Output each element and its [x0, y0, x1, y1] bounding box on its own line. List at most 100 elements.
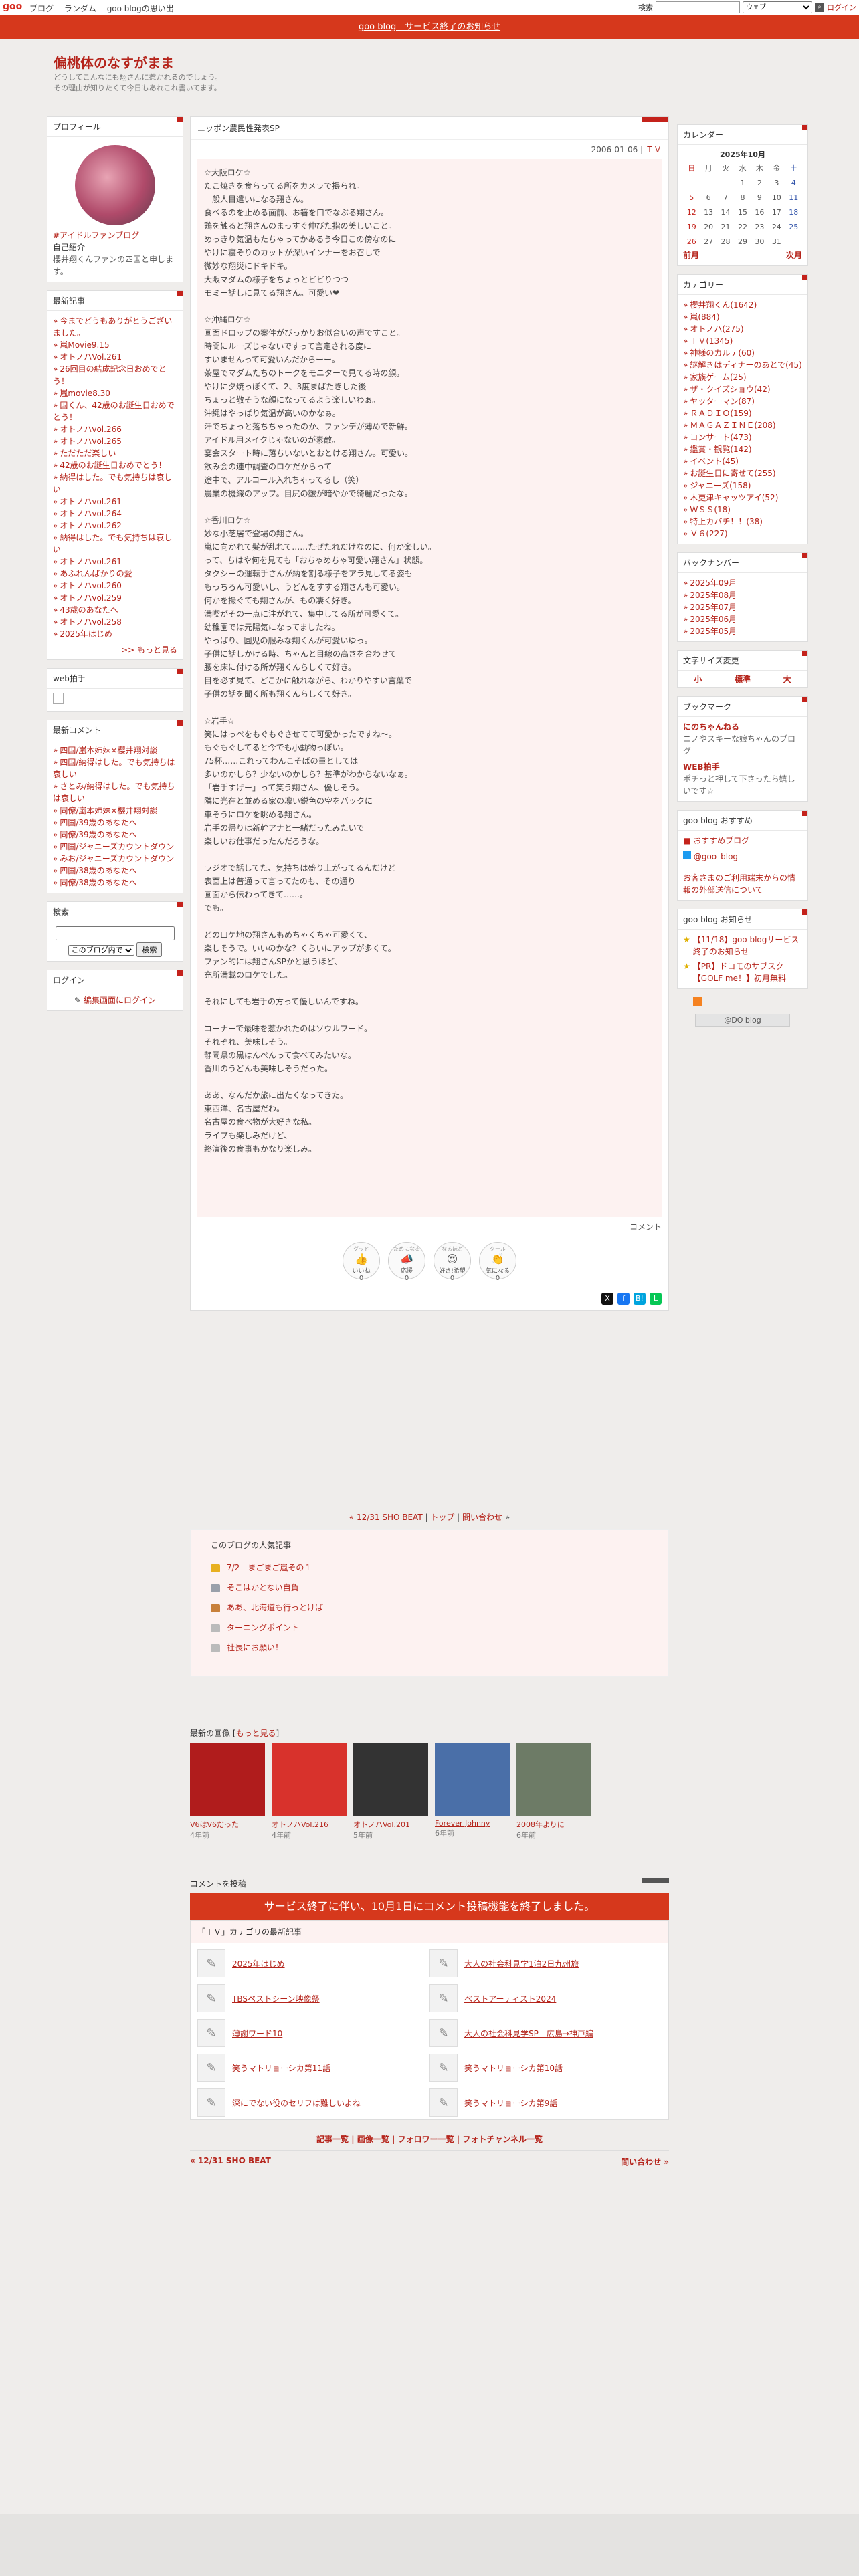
news-2-link[interactable]: 【PR】ドコモのサブスク【GOLF me！】初月無料	[693, 960, 802, 984]
thumb-title[interactable]: V6はV6だった	[190, 1819, 265, 1830]
category-link[interactable]: ＷＳＳ(18)	[683, 504, 802, 516]
recent-comment-link[interactable]: 四国/納得はした。でも気持ちは哀しい	[53, 756, 177, 780]
category-latest-item[interactable]: ✎ 笑うマトリョーシカ第11話	[197, 2054, 430, 2082]
popular-post-item[interactable]: 7/2 まごまご嵐その１	[211, 1558, 648, 1578]
popular-post-item[interactable]: ターニングポイント	[211, 1618, 648, 1638]
webclap-image[interactable]	[53, 693, 64, 704]
popular-post-link[interactable]: 7/2 まごまご嵐その１	[227, 1563, 312, 1572]
category-latest-item[interactable]: ✎ 笑うマトリョーシカ第9話	[430, 2088, 662, 2117]
backnumber-link[interactable]: 2025年05月	[683, 625, 802, 637]
category-link[interactable]: オトノハ(275)	[683, 323, 802, 335]
category-link[interactable]: ＭＡＧＡＺＩＮＥ(208)	[683, 419, 802, 431]
backnumber-link[interactable]: 2025年09月	[683, 577, 802, 589]
reaction-button[interactable]: ためになる 📣 応援 0	[388, 1242, 425, 1282]
recent-more-link[interactable]: >> もっと見る	[47, 644, 183, 659]
recent-post-link[interactable]: 今までどうもありがとうございました。	[53, 315, 177, 339]
recent-post-link[interactable]: ただただ楽しい	[53, 447, 177, 459]
search-scope-select[interactable]: ウェブ	[743, 1, 812, 13]
category-latest-item[interactable]: ✎ 2025年はじめ	[197, 1949, 430, 1977]
external-info-link[interactable]: お客さまのご利用端末からの情報の外部送信について	[683, 872, 802, 896]
category-link[interactable]: ＲＡＤＩＯ(159)	[683, 407, 802, 419]
recent-post-link[interactable]: 嵐movie8.30	[53, 387, 177, 399]
recent-comment-link[interactable]: 四国/嵐本姉妹×櫻井翔対談	[53, 744, 177, 756]
thumb-title[interactable]: オトノハVol.201	[353, 1819, 428, 1830]
category-link[interactable]: 謎解きはディナーのあとで(45)	[683, 359, 802, 371]
fontsize-normal[interactable]: 標準	[735, 673, 751, 685]
recent-comment-link[interactable]: 四国/39歳のあなたへ	[53, 817, 177, 829]
recent-post-link[interactable]: オトノハvol.265	[53, 435, 177, 447]
category-latest-link[interactable]: ベストアーティスト2024	[464, 1993, 556, 2004]
edit-login-link[interactable]: 編集画面にログイン	[84, 996, 156, 1005]
blog-search-input[interactable]	[56, 926, 175, 940]
recent-post-link[interactable]: オトノハvol.264	[53, 508, 177, 520]
recent-post-link[interactable]: あふれんばかりの愛	[53, 568, 177, 580]
fontsize-large[interactable]: 大	[783, 673, 791, 685]
category-link[interactable]: イベント(45)	[683, 455, 802, 467]
recent-comment-link[interactable]: みお/ジャニーズカウントダウン	[53, 853, 177, 865]
thumb-title[interactable]: 2008年よりに	[516, 1819, 591, 1830]
category-link[interactable]: 櫻井翔くん(1642)	[683, 299, 802, 311]
recent-post-link[interactable]: オトノハvol.259	[53, 592, 177, 604]
popular-post-item[interactable]: そこはかとない自負	[211, 1578, 648, 1598]
recent-post-link[interactable]: オトノハvol.260	[53, 580, 177, 592]
category-latest-link[interactable]: 大人の社会科見学1泊2日九州旅	[464, 1958, 579, 1969]
service-end-link[interactable]: goo blog サービス終了のお知らせ	[359, 22, 500, 32]
category-latest-item[interactable]: ✎ 大人の社会科見学1泊2日九州旅	[430, 1949, 662, 1977]
recent-comment-link[interactable]: 同僚/39歳のあなたへ	[53, 829, 177, 841]
recent-post-link[interactable]: 43歳のあなたへ	[53, 604, 177, 616]
search-icon[interactable]: ⌕	[815, 3, 824, 12]
profile-tag[interactable]: #アイドルファンブログ	[53, 229, 177, 241]
category-latest-link[interactable]: 笑うマトリョーシカ第10話	[464, 2062, 563, 2074]
bookmark-2-name[interactable]: WEB拍手	[683, 761, 802, 773]
footer-next-link[interactable]: 問い合わせ »	[621, 2156, 669, 2167]
facebook-share-icon[interactable]: f	[617, 1293, 630, 1305]
latest-images-more-link[interactable]: もっと見る	[236, 1729, 276, 1738]
article-comment-link[interactable]: コメント	[630, 1222, 662, 1232]
footer-link-articles[interactable]: 記事一覧	[316, 2135, 349, 2144]
calendar-prev-link[interactable]: 前月	[683, 249, 699, 261]
category-link[interactable]: 鑑賞・観覧(142)	[683, 443, 802, 455]
pager-prev-link[interactable]: « 12/31 SHO BEAT	[349, 1513, 423, 1522]
category-latest-item[interactable]: ✎ 大人の社会科見学SP 広島→神戸編	[430, 2019, 662, 2047]
recent-comment-link[interactable]: 四国/ジャニーズカウントダウン	[53, 841, 177, 853]
top-link-random[interactable]: ランダム	[64, 4, 96, 13]
goo-twitter-link[interactable]: @goo_blog	[694, 852, 738, 861]
goo-logo[interactable]: goo	[3, 1, 22, 12]
category-latest-link[interactable]: 大人の社会科見学SP 広島→神戸編	[464, 2028, 593, 2039]
hatena-share-icon[interactable]: B!	[634, 1293, 646, 1305]
category-latest-item[interactable]: ✎ TBSベストシーン映像祭	[197, 1984, 430, 2012]
image-thumb[interactable]: V6はV6だった 4年前	[190, 1743, 265, 1840]
bookmark-1-name[interactable]: にのちゃんねる	[683, 721, 802, 733]
recent-comment-link[interactable]: 同僚/38歳のあなたへ	[53, 877, 177, 889]
popular-post-link[interactable]: そこはかとない自負	[227, 1583, 299, 1592]
category-latest-item[interactable]: ✎ 薄謝ワード10	[197, 2019, 430, 2047]
recommend-blog-link[interactable]: おすすめブログ	[693, 836, 749, 845]
category-link[interactable]: 木更津キャッツアイ(52)	[683, 492, 802, 504]
backnumber-link[interactable]: 2025年08月	[683, 589, 802, 601]
top-link-memories[interactable]: goo blogの思い出	[107, 4, 174, 13]
x-share-icon[interactable]: X	[601, 1293, 613, 1305]
category-link[interactable]: ジャニーズ(158)	[683, 479, 802, 492]
recent-post-link[interactable]: 納得はした。でも気持ちは哀しい	[53, 471, 177, 496]
category-link[interactable]: 神様のカルテ(60)	[683, 347, 802, 359]
blog-title[interactable]: 偏桃体のなすがまま	[54, 52, 174, 72]
recent-post-link[interactable]: 26回目の結成記念日おめでとう！	[53, 363, 177, 387]
pager-contact-link[interactable]: 問い合わせ	[462, 1513, 502, 1522]
category-link[interactable]: お誕生日に寄せて(255)	[683, 467, 802, 479]
thumb-image[interactable]	[516, 1743, 591, 1816]
category-latest-link[interactable]: 笑うマトリョーシカ第9話	[464, 2097, 557, 2109]
rss-icon[interactable]	[693, 997, 702, 1006]
recent-post-link[interactable]: オトノハvol.258	[53, 616, 177, 628]
top-link-blog[interactable]: ブログ	[29, 4, 54, 13]
recent-post-link[interactable]: 国くん、42歳のお誕生日おめでとう！	[53, 399, 177, 423]
category-latest-link[interactable]: TBSベストシーン映像祭	[232, 1993, 320, 2004]
thumb-image[interactable]	[353, 1743, 428, 1816]
category-latest-link[interactable]: 薄謝ワード10	[232, 2028, 282, 2039]
footer-link-followers[interactable]: フォロワー一覧	[398, 2135, 454, 2144]
reaction-button[interactable]: なるほど 😍 好き!希望 0	[434, 1242, 471, 1282]
popular-post-item[interactable]: 社長にお願い！	[211, 1638, 648, 1658]
footer-prev-link[interactable]: « 12/31 SHO BEAT	[190, 2156, 271, 2167]
backnumber-link[interactable]: 2025年07月	[683, 601, 802, 613]
footer-link-images[interactable]: 画像一覧	[357, 2135, 389, 2144]
login-link[interactable]: ログイン	[827, 2, 856, 13]
